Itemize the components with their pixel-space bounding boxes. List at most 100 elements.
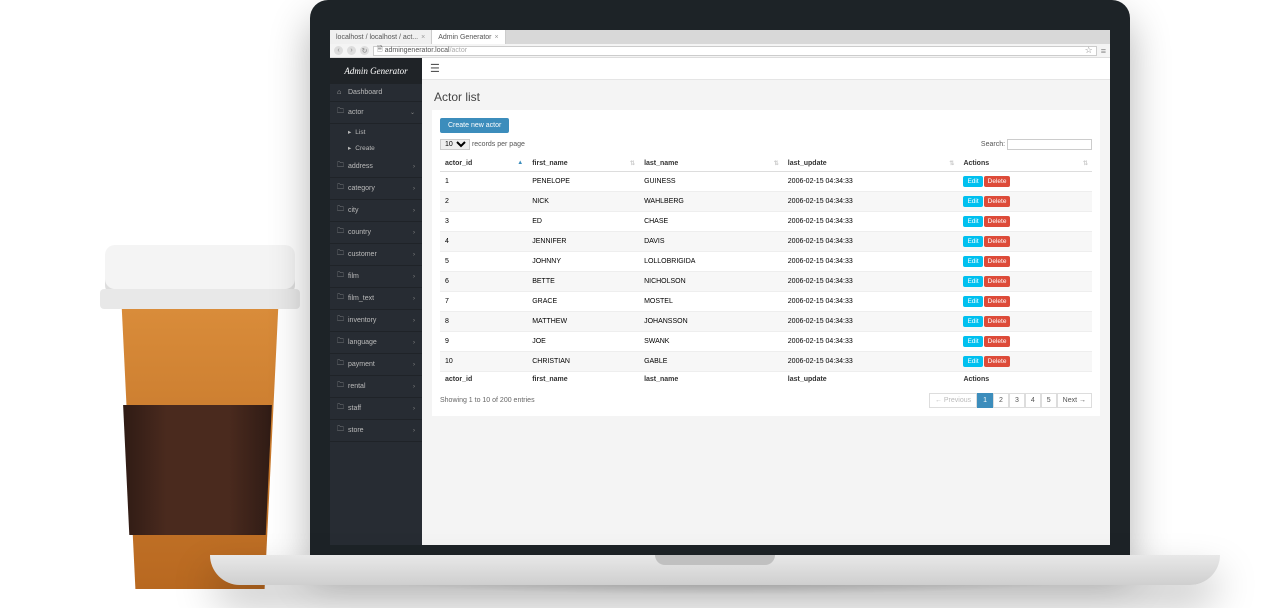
cell-first-name: CHRISTIAN xyxy=(527,352,639,372)
cell-actions: EditDelete xyxy=(958,232,1092,252)
dashboard-icon: ⌂ xyxy=(337,89,344,96)
menu-icon[interactable]: ≡ xyxy=(1101,46,1106,56)
chevron-right-icon: › xyxy=(413,274,415,280)
document-icon: 🗎 xyxy=(377,45,385,56)
sidebar-item-label: actor xyxy=(348,109,364,116)
cell-last-update: 2006-02-15 04:34:33 xyxy=(783,312,959,332)
chevron-right-icon: › xyxy=(413,428,415,434)
sidebar-item-inventory[interactable]: 🗀inventory› xyxy=(330,310,422,332)
sidebar-item-staff[interactable]: 🗀staff› xyxy=(330,398,422,420)
sidebar-item-category[interactable]: 🗀category› xyxy=(330,178,422,200)
cell-last-update: 2006-02-15 04:34:33 xyxy=(783,272,959,292)
cell-last-name: CHASE xyxy=(639,212,783,232)
delete-button[interactable]: Delete xyxy=(984,176,1011,187)
cell-last-name: NICHOLSON xyxy=(639,272,783,292)
data-table: actor_id▲ first_name⇅ last_name⇅ last_up… xyxy=(440,156,1092,387)
delete-button[interactable]: Delete xyxy=(984,196,1011,207)
sidebar-item-address[interactable]: 🗀address› xyxy=(330,156,422,178)
delete-button[interactable]: Delete xyxy=(984,216,1011,227)
close-icon[interactable]: × xyxy=(495,34,499,41)
edit-button[interactable]: Edit xyxy=(963,196,982,207)
edit-button[interactable]: Edit xyxy=(963,176,982,187)
browser-tab[interactable]: Admin Generator × xyxy=(432,30,505,44)
edit-button[interactable]: Edit xyxy=(963,236,982,247)
search-input[interactable] xyxy=(1007,139,1092,150)
column-footer: actor_id xyxy=(440,372,527,388)
cell-actions: EditDelete xyxy=(958,212,1092,232)
pagination-page[interactable]: 5 xyxy=(1041,393,1057,408)
edit-button[interactable]: Edit xyxy=(963,256,982,267)
edit-button[interactable]: Edit xyxy=(963,316,982,327)
pagination-page[interactable]: 3 xyxy=(1009,393,1025,408)
create-button[interactable]: Create new actor xyxy=(440,118,509,133)
reload-button[interactable]: ↻ xyxy=(360,46,369,55)
sidebar-item-country[interactable]: 🗀country› xyxy=(330,222,422,244)
cell-last-name: SWANK xyxy=(639,332,783,352)
delete-button[interactable]: Delete xyxy=(984,296,1011,307)
sidebar-item-film[interactable]: 🗀film› xyxy=(330,266,422,288)
folder-icon: 🗀 xyxy=(337,107,344,118)
sidebar-item-label: payment xyxy=(348,361,375,368)
perpage-select[interactable]: 10 xyxy=(440,139,470,150)
folder-icon: 🗀 xyxy=(337,381,344,392)
delete-button[interactable]: Delete xyxy=(984,256,1011,267)
pagination-page[interactable]: 2 xyxy=(993,393,1009,408)
menu-toggle-icon[interactable]: ☰ xyxy=(430,62,440,75)
browser-tab[interactable]: localhost / localhost / act... × xyxy=(330,30,432,44)
folder-icon: 🗀 xyxy=(337,293,344,304)
cell-actions: EditDelete xyxy=(958,352,1092,372)
sidebar-item-rental[interactable]: 🗀rental› xyxy=(330,376,422,398)
back-button[interactable]: ‹ xyxy=(334,46,343,55)
pagination-page[interactable]: 4 xyxy=(1025,393,1041,408)
chevron-right-icon: › xyxy=(413,230,415,236)
edit-button[interactable]: Edit xyxy=(963,336,982,347)
cell-actor-id: 9 xyxy=(440,332,527,352)
sidebar-subitem-create[interactable]: ▸Create xyxy=(330,140,422,156)
chevron-right-icon: › xyxy=(413,208,415,214)
search-control: Search: xyxy=(981,139,1092,150)
edit-button[interactable]: Edit xyxy=(963,276,982,287)
column-header-last-name[interactable]: last_name⇅ xyxy=(639,156,783,172)
close-icon[interactable]: × xyxy=(421,34,425,41)
sidebar-subitem-list[interactable]: ▸List xyxy=(330,124,422,140)
cell-first-name: JOE xyxy=(527,332,639,352)
folder-icon: 🗀 xyxy=(337,249,344,260)
delete-button[interactable]: Delete xyxy=(984,316,1011,327)
star-icon[interactable]: ☆ xyxy=(1085,45,1093,56)
edit-button[interactable]: Edit xyxy=(963,216,982,227)
sidebar-item-city[interactable]: 🗀city› xyxy=(330,200,422,222)
column-header-last-update[interactable]: last_update⇅ xyxy=(783,156,959,172)
pagination-page[interactable]: 1 xyxy=(977,393,993,408)
edit-button[interactable]: Edit xyxy=(963,296,982,307)
delete-button[interactable]: Delete xyxy=(984,336,1011,347)
column-footer: Actions xyxy=(958,372,1092,388)
delete-button[interactable]: Delete xyxy=(984,276,1011,287)
pagination-prev[interactable]: ← Previous xyxy=(929,393,977,408)
table-row: 5JOHNNYLOLLOBRIGIDA2006-02-15 04:34:33Ed… xyxy=(440,252,1092,272)
forward-button[interactable]: › xyxy=(347,46,356,55)
sidebar-item-store[interactable]: 🗀store› xyxy=(330,420,422,442)
column-header-actor-id[interactable]: actor_id▲ xyxy=(440,156,527,172)
sort-icon: ⇅ xyxy=(774,160,779,167)
sidebar-item-payment[interactable]: 🗀payment› xyxy=(330,354,422,376)
delete-button[interactable]: Delete xyxy=(984,356,1011,367)
url-bar[interactable]: 🗎 admingenerator.local/actor ☆ xyxy=(373,46,1097,56)
table-info: Showing 1 to 10 of 200 entries xyxy=(440,397,535,404)
table-row: 6BETTENICHOLSON2006-02-15 04:34:33EditDe… xyxy=(440,272,1092,292)
cell-last-name: GABLE xyxy=(639,352,783,372)
pagination-next[interactable]: Next → xyxy=(1057,393,1092,408)
sidebar-item-label: List xyxy=(355,129,365,136)
table-row: 10CHRISTIANGABLE2006-02-15 04:34:33EditD… xyxy=(440,352,1092,372)
sidebar-item-actor[interactable]: 🗀actor⌄ xyxy=(330,102,422,124)
sidebar-item-customer[interactable]: 🗀customer› xyxy=(330,244,422,266)
cell-actions: EditDelete xyxy=(958,312,1092,332)
sidebar-item-film-text[interactable]: 🗀film_text› xyxy=(330,288,422,310)
sidebar-item-dashboard[interactable]: ⌂ Dashboard xyxy=(330,84,422,102)
browser-toolbar: ‹ › ↻ 🗎 admingenerator.local/actor ☆ ≡ xyxy=(330,44,1110,58)
column-header-first-name[interactable]: first_name⇅ xyxy=(527,156,639,172)
cell-last-name: GUINESS xyxy=(639,172,783,192)
delete-button[interactable]: Delete xyxy=(984,236,1011,247)
sidebar-item-language[interactable]: 🗀language› xyxy=(330,332,422,354)
edit-button[interactable]: Edit xyxy=(963,356,982,367)
cell-actions: EditDelete xyxy=(958,172,1092,192)
